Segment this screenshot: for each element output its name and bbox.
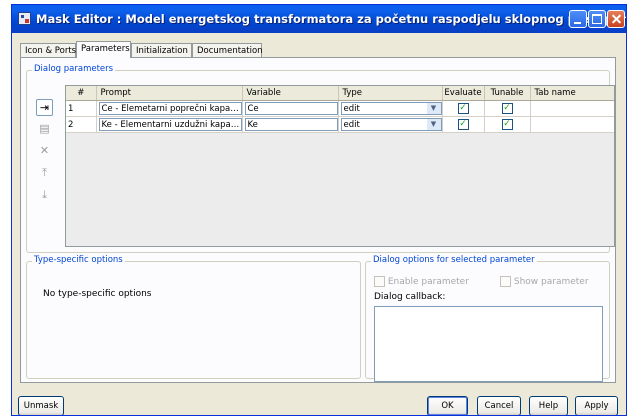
chevron-down-icon[interactable]: ▼	[426, 119, 441, 130]
variable-cell: Ke	[242, 116, 339, 133]
table-header-row: # Prompt Variable Type Evaluate Tunable …	[66, 86, 614, 101]
table-row[interactable]: 2 Ke - Elementarni uzdužni kapacitet Ke …	[66, 116, 614, 133]
tab-parameters[interactable]: Parameters	[76, 41, 131, 58]
evaluate-cell: ✓	[442, 116, 485, 133]
apply-button[interactable]: Apply	[575, 396, 618, 415]
column-header-type[interactable]: Type	[338, 86, 443, 101]
add-parameter-button[interactable]: ⇥	[36, 99, 53, 116]
prompt-input[interactable]: Ke - Elementarni uzdužni kapacitet	[98, 118, 241, 131]
type-dropdown[interactable]: edit ▼	[340, 102, 441, 115]
no-type-specific-message: No type-specific options	[43, 289, 152, 299]
variable-cell: Ce	[242, 100, 339, 117]
mask-editor-window: Mask Editor : Model energetskog transfor…	[11, 4, 627, 416]
chevron-down-icon[interactable]: ▼	[426, 103, 441, 114]
parameters-panel: Dialog parameters ⇥ ▤ ✕ ⤒ ⤓ # Prompt Var…	[20, 57, 616, 383]
move-up-icon: ⤒	[42, 166, 47, 179]
tab-icon-ports[interactable]: Icon & Ports	[20, 43, 76, 57]
column-header-tab-name[interactable]: Tab name	[530, 86, 614, 101]
type-dropdown[interactable]: edit ▼	[340, 118, 441, 131]
maximize-icon[interactable]	[588, 10, 606, 28]
show-parameter-label: Show parameter	[513, 277, 589, 287]
variable-input[interactable]: Ce	[244, 102, 337, 115]
close-icon[interactable]	[607, 10, 625, 28]
help-button[interactable]: Help	[529, 396, 568, 415]
type-cell: edit ▼	[338, 100, 443, 117]
row-number: 2	[66, 116, 97, 133]
column-header-prompt[interactable]: Prompt	[96, 86, 243, 101]
add-parameter-icon: ⇥	[39, 101, 50, 114]
variable-input[interactable]: Ke	[244, 118, 337, 131]
title-bar[interactable]: Mask Editor : Model energetskog transfor…	[12, 5, 626, 33]
copy-parameter-button[interactable]: ▤	[36, 121, 53, 138]
column-header-evaluate[interactable]: Evaluate	[442, 86, 485, 101]
evaluate-cell: ✓	[442, 100, 485, 117]
tunable-cell: ✓	[484, 100, 531, 117]
selected-parameter-options-title: Dialog options for selected parameter	[371, 255, 537, 265]
type-value: edit	[343, 104, 360, 114]
move-down-icon: ⤓	[42, 188, 47, 201]
show-parameter-checkbox[interactable]	[500, 276, 511, 287]
ok-button[interactable]: OK	[427, 396, 468, 415]
enable-parameter-checkbox[interactable]	[374, 276, 385, 287]
evaluate-checkbox[interactable]: ✓	[457, 119, 469, 130]
mask-editor-app-icon	[18, 12, 31, 25]
type-specific-options-group: Type-specific options No type-specific o…	[26, 255, 361, 379]
enable-parameter-option[interactable]: Enable parameter	[374, 276, 469, 287]
selected-parameter-options-group: Dialog options for selected parameter En…	[365, 255, 610, 382]
delete-parameter-icon: ✕	[39, 144, 50, 157]
minimize-icon[interactable]	[569, 10, 587, 28]
move-down-button[interactable]: ⤓	[36, 187, 53, 204]
tunable-checkbox[interactable]: ✓	[501, 103, 513, 114]
unmask-button[interactable]: Unmask	[18, 396, 64, 415]
dialog-callback-label: Dialog callback:	[374, 292, 446, 302]
dialog-parameters-group: Dialog parameters ⇥ ▤ ✕ ⤒ ⤓ # Prompt Var…	[26, 64, 615, 253]
tab-documentation[interactable]: Documentation	[192, 43, 263, 57]
tab-name-cell[interactable]	[530, 100, 614, 117]
tunable-checkbox[interactable]: ✓	[501, 119, 513, 130]
tab-initialization[interactable]: Initialization	[131, 43, 192, 57]
show-parameter-option[interactable]: Show parameter	[500, 276, 589, 287]
type-cell: edit ▼	[338, 116, 443, 133]
table-row[interactable]: 1 Ce - Elemetarni poprečni kapacitet Ce …	[66, 100, 614, 117]
tab-name-cell[interactable]	[530, 116, 614, 133]
type-specific-options-title: Type-specific options	[32, 255, 125, 265]
row-number: 1	[66, 100, 97, 117]
delete-parameter-button[interactable]: ✕	[36, 143, 53, 160]
evaluate-checkbox[interactable]: ✓	[457, 103, 469, 114]
parameters-table: # Prompt Variable Type Evaluate Tunable …	[65, 85, 615, 247]
prompt-input[interactable]: Ce - Elemetarni poprečni kapacitet	[98, 102, 241, 115]
column-header-tunable[interactable]: Tunable	[484, 86, 531, 101]
dialog-parameters-title: Dialog parameters	[32, 64, 116, 74]
dialog-callback-textarea[interactable]	[374, 306, 603, 382]
column-header-variable[interactable]: Variable	[242, 86, 339, 101]
prompt-cell: Ke - Elementarni uzdužni kapacitet	[96, 116, 243, 133]
move-up-button[interactable]: ⤒	[36, 165, 53, 182]
type-value: edit	[343, 120, 360, 130]
tunable-cell: ✓	[484, 116, 531, 133]
prompt-cell: Ce - Elemetarni poprečni kapacitet	[96, 100, 243, 117]
enable-parameter-label: Enable parameter	[387, 277, 469, 287]
cancel-button[interactable]: Cancel	[477, 396, 521, 415]
copy-parameter-icon: ▤	[39, 122, 50, 135]
column-header-number[interactable]: #	[66, 86, 97, 101]
window-title: Mask Editor : Model energetskog transfor…	[36, 12, 627, 26]
